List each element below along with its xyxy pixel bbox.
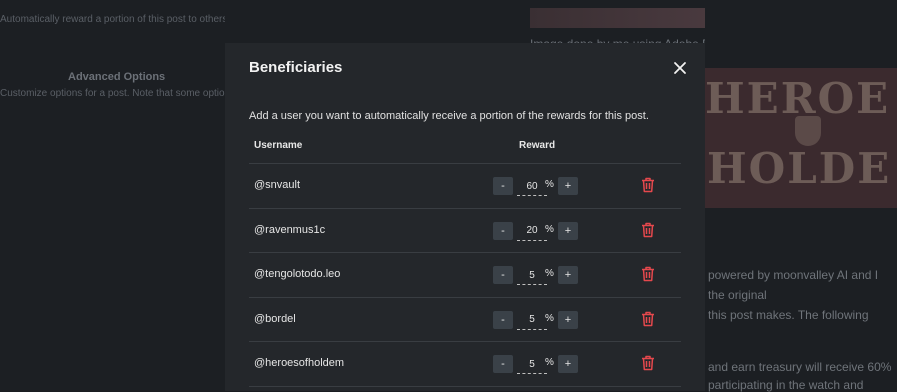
beneficiary-row: @tengolotodo.leo -% + (249, 253, 681, 297)
decrease-reward-button[interactable]: - (493, 310, 513, 329)
beneficiary-username: @heroesofholdem (254, 357, 345, 369)
decrease-reward-button[interactable]: - (493, 355, 513, 373)
background-text: participating in the watch and (708, 378, 864, 392)
decrease-reward-button[interactable]: - (493, 266, 513, 284)
beneficiary-row: @bordel -% + (249, 298, 681, 342)
beneficiary-row: @heroesofholdem -% + (249, 342, 681, 386)
beneficiary-row: @ravenmus1c -% + (249, 209, 681, 253)
increase-reward-button[interactable]: + (558, 177, 578, 195)
reward-percent-input[interactable] (517, 266, 547, 285)
divider (249, 385, 681, 387)
background-text: and earn treasury will receive 60% (708, 360, 892, 374)
trash-icon (642, 177, 654, 193)
shield-icon (795, 116, 821, 146)
column-header-username: Username (254, 140, 303, 151)
increase-reward-button[interactable]: + (558, 266, 578, 284)
percent-sign: % (545, 223, 554, 235)
increase-reward-button[interactable]: + (558, 355, 578, 373)
trash-icon (642, 311, 654, 326)
percent-sign: % (545, 268, 554, 279)
decrease-reward-button[interactable]: - (493, 221, 513, 240)
trash-icon (642, 355, 654, 371)
increase-reward-button[interactable]: + (558, 221, 578, 240)
trash-icon (642, 222, 654, 237)
background-text: this post makes. The following (708, 308, 869, 322)
background-editor-panel: Automatically reward a portion of this p… (0, 0, 252, 391)
close-button[interactable] (671, 59, 689, 77)
beneficiary-row: @snvault -% + (249, 164, 681, 208)
reward-percent-input[interactable] (517, 177, 547, 196)
delete-beneficiary-button[interactable] (641, 311, 655, 327)
beneficiary-username: @ravenmus1c (254, 223, 326, 236)
background-text: powered by moonvalley AI and I (708, 268, 879, 282)
percent-sign: % (545, 357, 554, 368)
beneficiary-username: @tengolotodo.leo (254, 268, 341, 280)
delete-beneficiary-button[interactable] (641, 355, 655, 371)
increase-reward-button[interactable]: + (558, 310, 578, 329)
decrease-reward-button[interactable]: - (493, 177, 513, 195)
background-text: Automatically reward a portion of this p… (0, 14, 228, 25)
close-icon (674, 62, 686, 74)
delete-beneficiary-button[interactable] (641, 266, 655, 282)
advanced-options-title: Advanced Options (68, 71, 166, 83)
beneficiary-username: @snvault (254, 179, 301, 191)
background-text: Customize options for a post. Note that … (0, 88, 253, 99)
modal-description: Add a user you want to automatically rec… (249, 110, 649, 122)
poster-text: HOLDE (707, 144, 892, 193)
background-poster-image: HEROE HOLDE (705, 68, 897, 208)
reward-percent-input[interactable] (517, 355, 547, 374)
column-header-reward: Reward (519, 140, 556, 151)
delete-beneficiary-button[interactable] (641, 177, 655, 193)
delete-beneficiary-button[interactable] (641, 222, 655, 238)
percent-sign: % (545, 312, 554, 324)
reward-percent-input[interactable] (517, 310, 547, 330)
reward-percent-input[interactable] (517, 221, 547, 241)
background-text: the original (708, 288, 767, 302)
percent-sign: % (545, 179, 554, 190)
beneficiary-username: @bordel (254, 312, 296, 325)
beneficiaries-modal: Beneficiaries Add a user you want to aut… (225, 43, 705, 391)
modal-title: Beneficiaries (249, 59, 343, 76)
trash-icon (642, 266, 654, 282)
